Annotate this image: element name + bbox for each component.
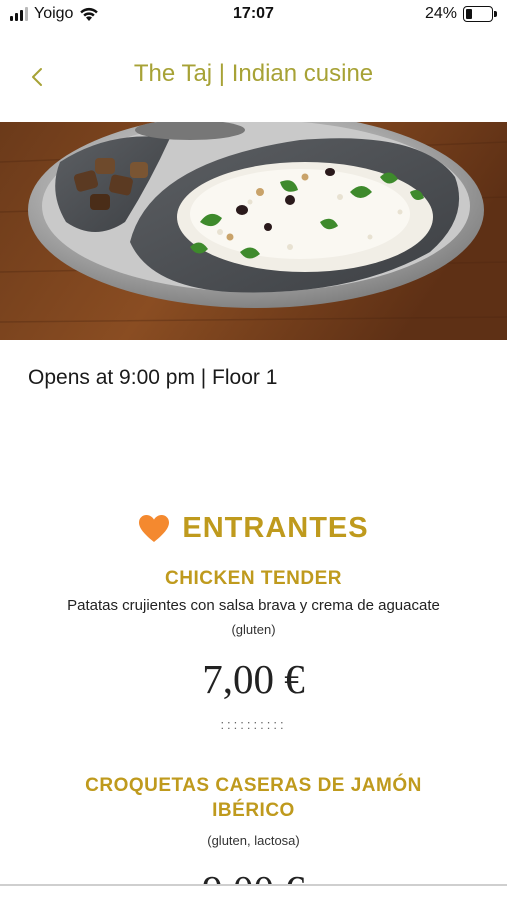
dotted-separator: ::::::::::: [220, 717, 287, 732]
bottom-bar: [0, 886, 507, 900]
status-bar: Yoigo 17:07 24%: [0, 0, 507, 30]
status-right: 24%: [425, 5, 497, 23]
dish-allergens: (gluten, lactosa): [207, 833, 300, 848]
dish-name: CROQUETAS CASERAS DE JAMÓN IBÉRICO: [0, 773, 507, 823]
restaurant-hero-image: [0, 122, 507, 340]
dish-name-line-1: CROQUETAS CASERAS DE JAMÓN: [85, 775, 422, 796]
section-title: ENTRANTES: [182, 512, 369, 544]
dish-allergens: (gluten): [231, 622, 276, 637]
dish-name-line-2: IBÉRICO: [212, 800, 295, 821]
dish-price: 7,00 €: [202, 656, 305, 702]
restaurant-opening-info: Opens at 9:00 pm | Floor 1: [28, 366, 278, 389]
menu-item[interactable]: CHICKEN TENDER Patatas crujientes con sa…: [0, 566, 507, 732]
orange-heart-icon: [139, 514, 170, 542]
page-title: The Taj | Indian cusine: [133, 60, 374, 87]
battery-icon: [463, 6, 497, 22]
menu-section-heading: ENTRANTES: [0, 512, 507, 545]
battery-level-fill: [466, 9, 472, 19]
dish-name: CHICKEN TENDER: [165, 568, 342, 589]
dish-description: Patatas crujientes con salsa brava y cre…: [67, 597, 440, 614]
app-header: The Taj | Indian cusine: [0, 50, 507, 102]
battery-percentage: 24%: [424, 5, 457, 22]
menu-item[interactable]: CROQUETAS CASERAS DE JAMÓN IBÉRICO (glut…: [0, 773, 507, 900]
